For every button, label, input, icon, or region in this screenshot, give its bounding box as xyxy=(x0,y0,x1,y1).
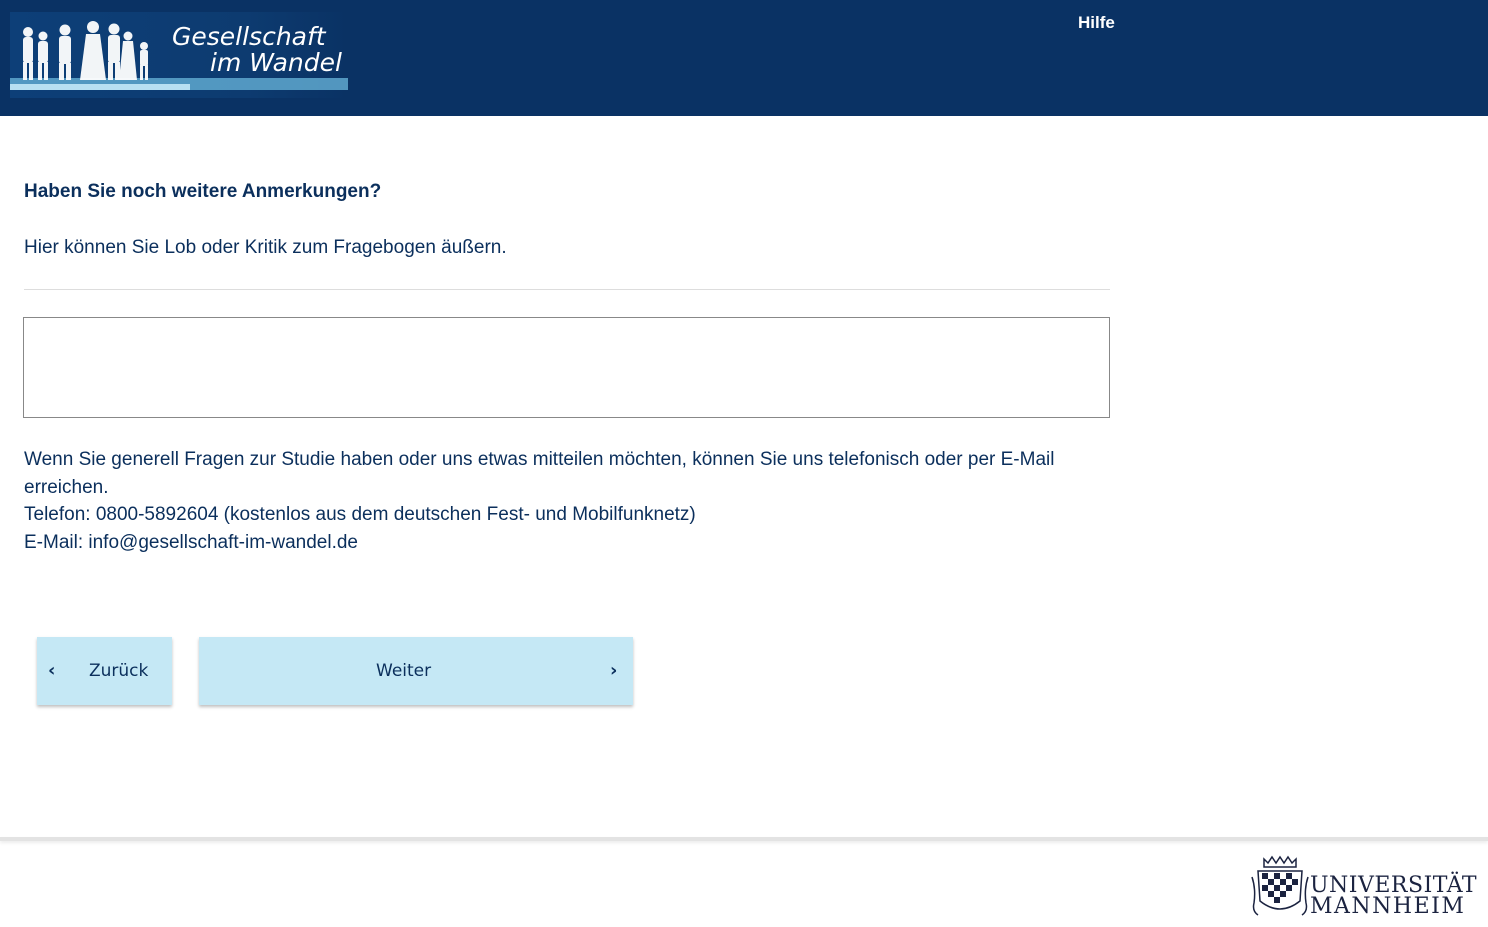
back-button[interactable]: ‹ Zurück xyxy=(37,637,172,705)
chevron-right-icon: › xyxy=(610,660,618,681)
logo-text-line2: im Wandel xyxy=(210,48,342,77)
university-name-line2: MANNHEIM xyxy=(1310,894,1466,919)
site-header: Gesellschaft im Wandel Hilfe xyxy=(0,0,1488,116)
contact-text-line2: erreichen. xyxy=(24,476,109,498)
university-crest-icon xyxy=(1251,855,1309,916)
comment-textarea[interactable] xyxy=(23,317,1110,418)
contact-email: E-Mail: info@gesellschaft-im-wandel.de xyxy=(24,531,358,553)
logo-text-line1: Gesellschaft xyxy=(172,22,326,51)
gesellschaft-im-wandel-logo: Gesellschaft im Wandel xyxy=(10,12,348,98)
chevron-left-icon: ‹ xyxy=(48,660,56,681)
help-link[interactable]: Hilfe xyxy=(1078,13,1115,33)
contact-info: Wenn Sie generell Fragen zur Studie habe… xyxy=(24,446,1114,556)
university-mannheim-logo: UNIVERSITÄT MANNHEIM xyxy=(1250,855,1480,922)
next-button-label: Weiter xyxy=(376,661,432,681)
divider xyxy=(24,289,1110,290)
back-button-label: Zurück xyxy=(89,661,149,681)
next-button[interactable]: Weiter › xyxy=(199,637,633,705)
question-subtitle: Hier können Sie Lob oder Kritik zum Frag… xyxy=(24,237,507,258)
footer-divider xyxy=(0,837,1488,841)
contact-text-line1: Wenn Sie generell Fragen zur Studie habe… xyxy=(24,449,1055,470)
contact-phone: Telefon: 0800-5892604 (kostenlos aus dem… xyxy=(24,504,696,525)
question-title: Haben Sie noch weitere Anmerkungen? xyxy=(24,181,382,202)
